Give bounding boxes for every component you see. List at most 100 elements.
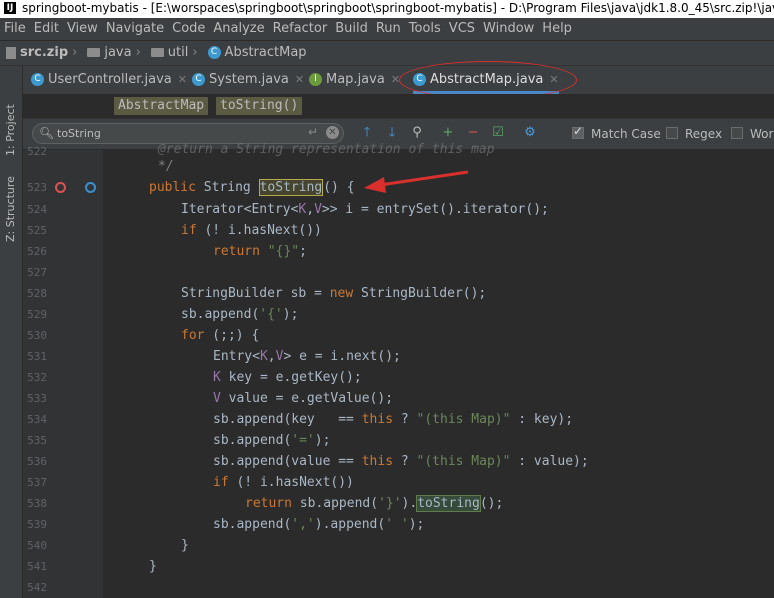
menu-refactor[interactable]: Refactor (269, 18, 332, 40)
filter-settings-icon[interactable]: ⚙ (521, 124, 539, 142)
project-tool-tab[interactable]: 1: Project (2, 76, 20, 156)
menu-bar: File Edit View Navigate Code Analyze Refactor B… (0, 18, 774, 41)
tab-map[interactable]: I Map.java ✕ (309, 66, 400, 94)
code-line: @return a String representation of this … (158, 142, 495, 157)
line-number: 524 (27, 203, 47, 216)
code-line: */ (158, 159, 174, 174)
clear-search-icon[interactable]: ✕ (326, 126, 339, 139)
code-line: return sb.append('}').toString(); (245, 495, 504, 512)
code-line: if (! i.hasNext()) (213, 475, 354, 490)
line-number: 529 (27, 308, 47, 321)
overridden-icon[interactable] (85, 182, 96, 193)
menu-edit[interactable]: Edit (30, 18, 63, 40)
line-number: 534 (27, 413, 47, 426)
code-line: sb.append('='); (213, 433, 331, 448)
line-number: 540 (27, 539, 47, 552)
menu-tools[interactable]: Tools (405, 18, 445, 40)
line-number: 537 (27, 476, 47, 489)
class-crumb[interactable]: AbstractMap (114, 97, 209, 115)
line-number: 541 (27, 560, 47, 573)
line-number: 536 (27, 455, 47, 468)
search-match-highlight: toString (416, 495, 481, 512)
code-line: public String toString() { (149, 179, 355, 196)
menu-run[interactable]: Run (372, 18, 405, 40)
interface-icon: I (309, 73, 322, 86)
breadcrumb-java[interactable]: java (87, 41, 132, 65)
code-line: } (149, 559, 157, 574)
class-icon: C (31, 73, 44, 86)
overrides-icon[interactable] (55, 182, 66, 193)
intellij-logo-icon: IJ (4, 2, 16, 14)
line-number: 525 (27, 224, 47, 237)
regex-label: Regex (685, 127, 723, 141)
breadcrumb-util[interactable]: util (150, 41, 188, 65)
code-line: sb.append(value == this ? "(this Map)" :… (213, 454, 589, 469)
code-line: Iterator<Entry<K,V>> i = entrySet().iter… (181, 202, 549, 217)
menu-view[interactable]: View (63, 18, 102, 40)
search-icon[interactable]: 🔍︎ (39, 126, 54, 140)
match-case-label: Match Case (591, 127, 661, 141)
line-number: 530 (27, 329, 47, 342)
code-line: StringBuilder sb = new StringBuilder(); (181, 286, 487, 301)
line-number: 532 (27, 371, 47, 384)
editor-gutter: 522 523 524 525 526 527 528 529 530 531 … (23, 145, 114, 598)
menu-analyze[interactable]: Analyze (209, 18, 268, 40)
line-number: 523 (27, 181, 47, 194)
code-line: } (181, 538, 189, 553)
navigation-breadcrumb: src.zip › java › util › C AbstractMap (0, 41, 774, 66)
menu-help[interactable]: Help (538, 18, 576, 40)
line-number: 539 (27, 518, 47, 531)
menu-file[interactable]: File (0, 18, 30, 40)
close-icon[interactable]: ✕ (178, 73, 187, 86)
line-number: 531 (27, 350, 47, 363)
window-titlebar: IJ springboot-mybatis - [E:\worspaces\spr… (0, 0, 774, 18)
tab-system[interactable]: C System.java ✕ (192, 66, 304, 94)
menu-window[interactable]: Window (479, 18, 538, 40)
editor-structure-breadcrumb: AbstractMap toString() (23, 94, 774, 119)
code-line: V value = e.getValue(); (213, 391, 394, 406)
breadcrumb-separator: › (72, 45, 78, 60)
code-line: sb.append('{'); (181, 307, 299, 322)
code-line: sb.append(',').append(' '); (213, 517, 425, 532)
code-line: return "{}"; (213, 244, 307, 259)
menu-navigate[interactable]: Navigate (102, 18, 168, 40)
code-line: if (! i.hasNext()) (181, 223, 322, 238)
window-title: springboot-mybatis - [E:\worspaces\sprin… (22, 1, 774, 15)
code-line: Entry<K,V> e = i.next(); (213, 349, 401, 364)
menu-vcs[interactable]: VCS (445, 18, 479, 40)
class-icon: C (207, 46, 221, 59)
line-number: 528 (27, 287, 47, 300)
breadcrumb-separator: › (135, 45, 141, 60)
breadcrumb-abstractmap[interactable]: C AbstractMap (207, 41, 307, 65)
breadcrumb-separator: › (192, 45, 198, 60)
package-icon (87, 48, 101, 57)
line-number: 526 (27, 245, 47, 258)
line-number: 535 (27, 434, 47, 447)
new-line-icon[interactable]: ↵ (308, 125, 318, 139)
archive-icon (6, 46, 16, 59)
menu-build[interactable]: Build (331, 18, 372, 40)
code-editor[interactable]: @return a String representation of this … (103, 142, 774, 598)
search-match-highlight: toString (258, 179, 324, 196)
code-line: sb.append(key == this ? "(this Map)" : k… (213, 412, 574, 427)
line-number: 538 (27, 497, 47, 510)
tab-usercontroller[interactable]: C UserController.java ✕ (31, 66, 187, 94)
method-crumb[interactable]: toString() (216, 97, 303, 115)
match-case-checkbox[interactable] (572, 124, 584, 139)
line-number: 522 (27, 145, 47, 158)
regex-checkbox[interactable] (666, 127, 678, 139)
package-icon (150, 48, 164, 57)
code-line: for (;;) { (181, 328, 260, 343)
words-label: Words (750, 127, 774, 141)
code-line: K key = e.getKey(); (213, 370, 362, 385)
line-number: 533 (27, 392, 47, 405)
menu-code[interactable]: Code (168, 18, 209, 40)
tool-window-strip: 1: Project Z: Structure (0, 66, 23, 598)
words-checkbox[interactable] (731, 127, 743, 139)
line-number: 527 (27, 266, 47, 279)
class-icon: C (192, 73, 205, 86)
breadcrumb-src-zip[interactable]: src.zip (6, 41, 68, 65)
line-number: 542 (27, 581, 47, 594)
close-icon[interactable]: ✕ (295, 73, 304, 86)
structure-tool-tab[interactable]: Z: Structure (2, 162, 20, 242)
